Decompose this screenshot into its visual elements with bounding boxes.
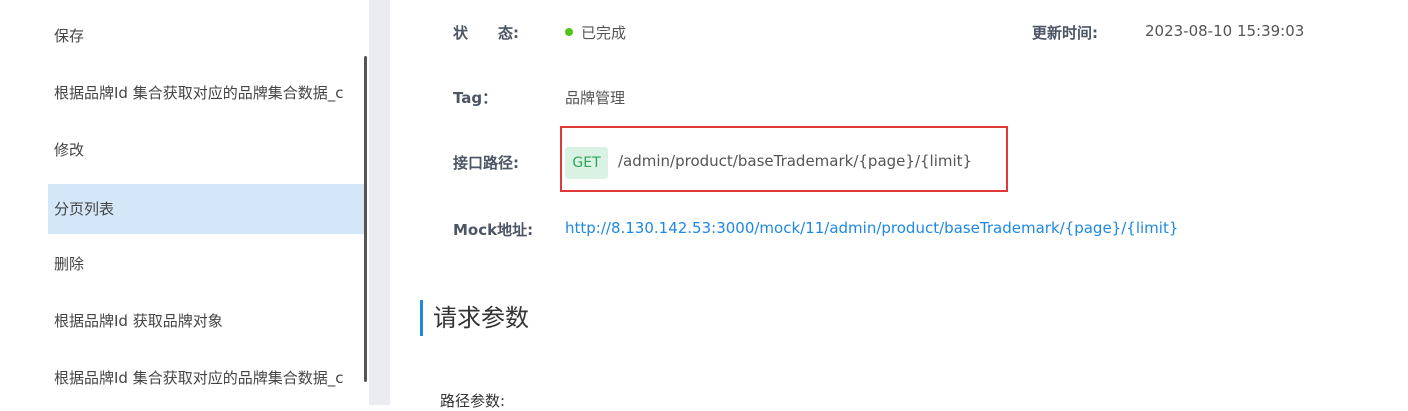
tag-label: Tag： — [453, 89, 498, 107]
status-label: 状 态: — [453, 24, 519, 42]
mock-url-link[interactable]: http://8.130.142.53:3000/mock/11/admin/p… — [565, 219, 1178, 237]
updated-time-label: 更新时间: — [1032, 24, 1098, 42]
status-text: 已完成 — [581, 24, 627, 42]
sidebar-item-get-by-id[interactable]: 根据品牌Id 获取品牌对象 — [48, 296, 364, 346]
section-title: 请求参数 — [420, 300, 529, 336]
sidebar-item-update[interactable]: 修改 — [48, 125, 364, 175]
sidebar-item-page-list[interactable]: 分页列表 — [48, 184, 364, 234]
tag-value: 品牌管理 — [565, 89, 626, 107]
sidebar-scrollbar[interactable] — [364, 56, 367, 382]
status-dot-icon — [565, 28, 573, 36]
mock-label: Mock地址: — [453, 221, 534, 239]
sidebar-item-get-by-ids[interactable]: 根据品牌Id 集合获取对应的品牌集合数据_c — [48, 68, 364, 118]
sidebar-item-save[interactable]: 保存 — [48, 11, 364, 61]
panel-divider — [369, 0, 390, 405]
status-value: 已完成 — [565, 22, 626, 43]
updated-time-value: 2023-08-10 15:39:03 — [1145, 22, 1305, 40]
path-params-title: 路径参数: — [440, 392, 506, 410]
method-badge: GET — [565, 147, 608, 179]
path-value: /admin/product/baseTrademark/{page}/{lim… — [618, 152, 973, 170]
sidebar-item-get-by-ids-2[interactable]: 根据品牌Id 集合获取对应的品牌集合数据_c — [48, 353, 364, 403]
sidebar-item-delete[interactable]: 删除 — [48, 239, 364, 289]
api-detail-panel: 状 态: 已完成 更新时间: 2023-08-10 15:39:03 Tag： … — [390, 0, 1408, 410]
path-label: 接口路径: — [453, 154, 519, 172]
api-sidebar: 保存 根据品牌Id 集合获取对应的品牌集合数据_c 修改 分页列表 删除 根据品… — [0, 0, 368, 405]
